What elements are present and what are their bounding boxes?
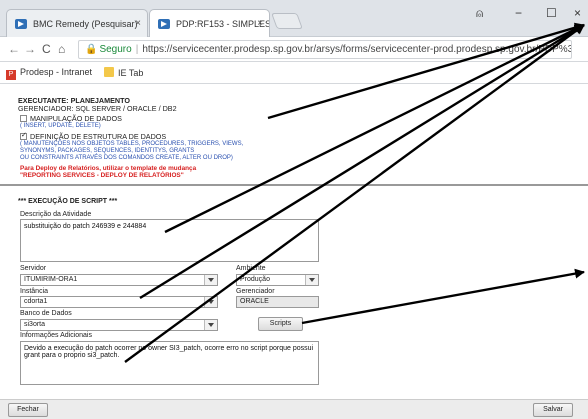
ambiente-select[interactable]: Produção: [236, 274, 319, 286]
tab-close-icon[interactable]: ×: [257, 10, 263, 37]
minimize-button[interactable]: −: [515, 6, 522, 20]
manipulacao-checkbox[interactable]: MANIPULAÇÃO DE DADOS: [20, 114, 122, 123]
servidor-label: Servidor: [20, 265, 47, 272]
remedy-form: EXECUTANTE: PLANEJAMENTO GERENCIADOR: SQ…: [0, 85, 588, 419]
tab-title: BMC Remedy (Pesquisar): [33, 19, 138, 29]
info-label: Informações Adicionais: [20, 332, 92, 339]
definicao-detail-2: SYNONYMS, PACKAGES, SEQUENCES, IDENTITYS…: [20, 148, 195, 154]
bookmark-ie-tab[interactable]: IE Tab: [104, 67, 143, 78]
deploy-note-2: "REPORTING SERVICES - DEPLOY DE RELATÓRI…: [20, 172, 184, 179]
tab-close-icon[interactable]: ×: [135, 10, 141, 37]
ambiente-label: Ambiente: [236, 265, 266, 272]
info-textarea[interactable]: Devido a execução do patch ocorrer no ow…: [20, 341, 319, 385]
gerenciador-field-label: Gerenciador: [236, 288, 275, 295]
deploy-note-1: Para Deploy de Relatórios, utilizar o te…: [20, 165, 197, 172]
banco-label: Banco de Dados: [20, 310, 72, 317]
gerenciador-label: GERENCIADOR: SQL SERVER / ORACLE / DB2: [18, 104, 177, 113]
instancia-select[interactable]: cdorta1: [20, 296, 218, 308]
forward-icon[interactable]: →: [24, 42, 36, 56]
url-input[interactable]: 🔒 Seguro | https://servicecenter.prodesp.sp…: [78, 40, 572, 59]
checkbox-box-checked[interactable]: [20, 131, 27, 140]
salvar-button[interactable]: Salvar: [533, 403, 573, 417]
tab-pdp-rf153[interactable]: PDP:RF153 - SIMPLES - S ×: [149, 9, 270, 37]
account-icon[interactable]: ⍝: [476, 6, 483, 21]
definicao-detail-1: ( MANUTENÇÕES NOS OBJETOS TABLES, PROCED…: [20, 141, 244, 147]
back-icon[interactable]: ←: [8, 42, 20, 56]
tab-bmc-remedy[interactable]: BMC Remedy (Pesquisar) ×: [6, 9, 148, 37]
browser-tab-bar: BMC Remedy (Pesquisar) × PDP:RF153 - SIM…: [0, 0, 588, 37]
url-text: https://servicecenter.prodesp.sp.gov.br/…: [142, 44, 572, 55]
fechar-button[interactable]: Fechar: [8, 403, 48, 417]
definicao-checkbox[interactable]: DEFINIÇÃO DE ESTRUTURA DE DADOS: [20, 131, 166, 141]
descricao-label: Descrição da Atividade: [20, 211, 92, 218]
home-icon[interactable]: ⌂: [58, 42, 65, 56]
section-divider: [0, 184, 588, 186]
secure-label: Seguro: [99, 44, 132, 55]
scripts-button[interactable]: Scripts: [258, 317, 303, 331]
instancia-label: Instância: [20, 288, 49, 295]
new-tab-button[interactable]: [271, 13, 303, 29]
prodesp-logo-icon: P: [6, 70, 16, 80]
bmc-favicon-icon: [15, 19, 27, 29]
lock-icon: 🔒: [85, 44, 98, 55]
gerenciador-field: ORACLE: [236, 296, 319, 308]
definicao-detail-3: OU CONSTRAINTS ATRAVÉS DOS COMANDOS CREA…: [20, 155, 233, 161]
close-window-button[interactable]: ×: [574, 6, 581, 20]
manipulacao-detail: ( INSERT, UPDATE, DELETE): [20, 123, 101, 129]
section-title: *** EXECUÇÃO DE SCRIPT ***: [18, 198, 118, 205]
footer-bar: Fechar Salvar: [0, 399, 588, 419]
address-toolbar: ← → C ⌂ 🔒 Seguro | https://servicecenter.pr…: [0, 37, 588, 62]
banco-select[interactable]: si3orta: [20, 319, 218, 331]
pdp-favicon-icon: [158, 19, 170, 29]
checkbox-box[interactable]: [20, 115, 27, 122]
tab-title: PDP:RF153 - SIMPLES - S: [176, 19, 270, 29]
chevron-down-icon[interactable]: [204, 320, 217, 330]
reload-icon[interactable]: C: [42, 42, 51, 56]
chevron-down-icon[interactable]: [204, 275, 217, 285]
chevron-down-icon[interactable]: [204, 297, 217, 307]
maximize-button[interactable]: ☐: [546, 6, 557, 20]
descricao-textarea[interactable]: substituição do patch 246939 e 244884: [20, 219, 319, 262]
folder-icon: [104, 67, 114, 77]
bookmarks-bar: P Prodesp - Intranet IE Tab: [0, 62, 588, 84]
chevron-down-icon[interactable]: [305, 275, 318, 285]
bookmark-prodesp[interactable]: P Prodesp - Intranet: [6, 67, 92, 80]
servidor-select[interactable]: ITUMIRIM-ORA1: [20, 274, 218, 286]
